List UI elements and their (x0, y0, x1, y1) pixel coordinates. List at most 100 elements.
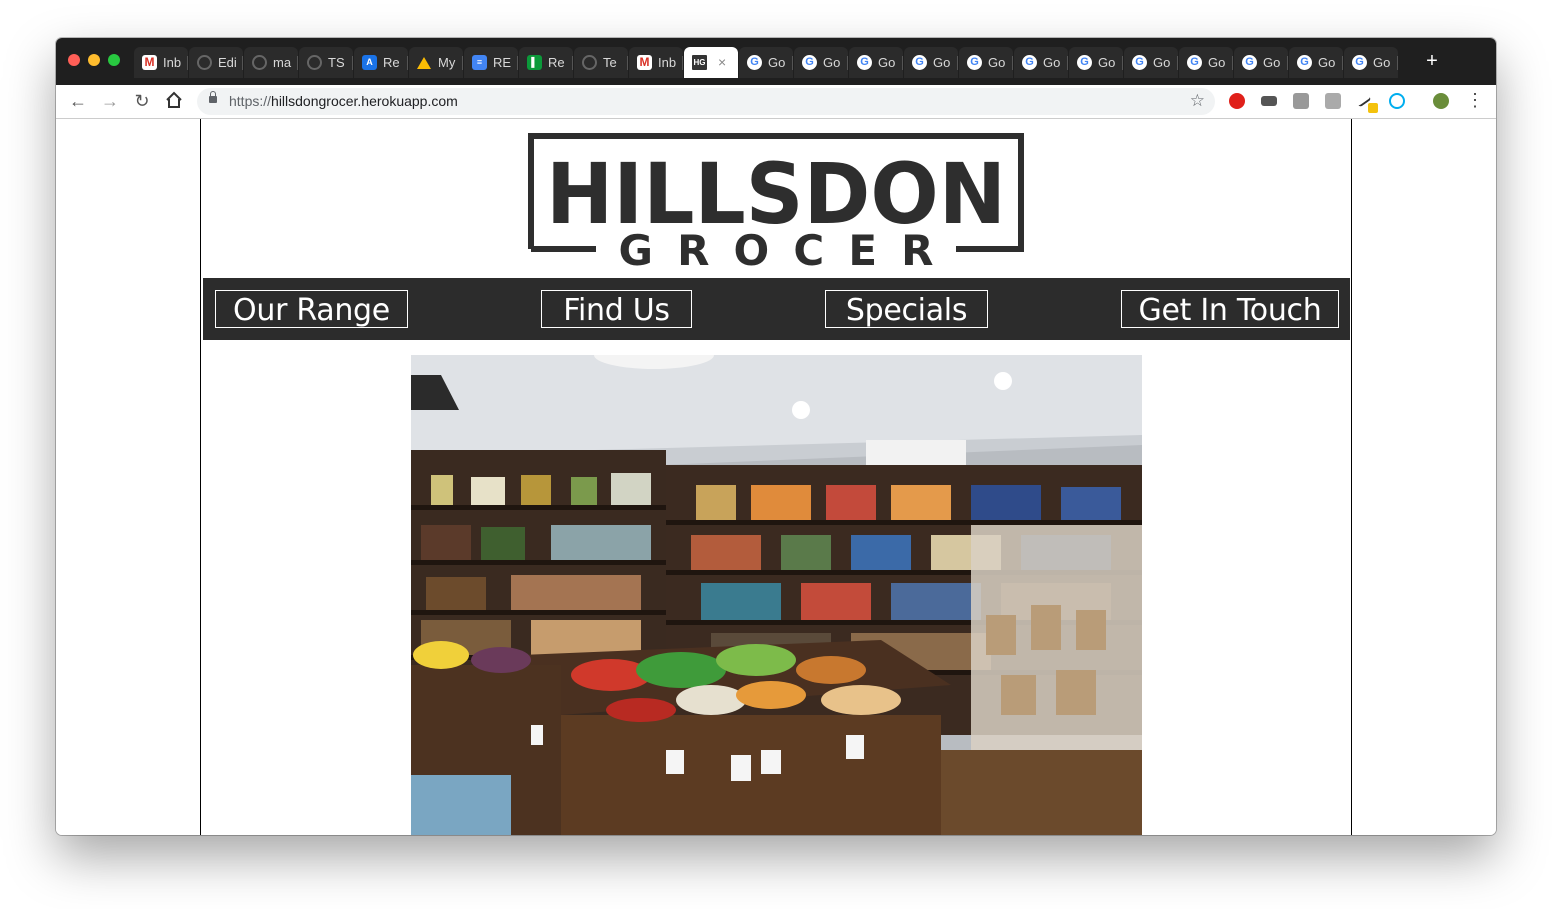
close-tab-icon[interactable]: × (718, 54, 726, 70)
tab-label: Go (878, 55, 896, 70)
browser-tab[interactable]: G Go (794, 47, 848, 78)
tab-label: Go (1043, 55, 1061, 70)
bookmark-star-icon[interactable]: ☆ (1190, 91, 1205, 111)
browser-tab[interactable]: ma (244, 47, 298, 78)
gmail-icon: M (142, 55, 157, 70)
browser-toolbar: ← → ↻ https://hillsdongrocer.herokuapp.c… (56, 85, 1496, 119)
url-scheme: https:// (229, 93, 272, 109)
google-icon: G (1132, 55, 1147, 70)
tab-label: Re (383, 55, 400, 70)
gmail-icon: M (637, 55, 652, 70)
tab-label: Edi (218, 55, 237, 70)
browser-tab[interactable]: G Go (1069, 47, 1123, 78)
github-icon (197, 55, 212, 70)
tab-label: My (438, 55, 456, 70)
ublock-extension-icon[interactable] (1229, 93, 1245, 109)
github-icon (307, 55, 322, 70)
google-icon: G (912, 55, 927, 70)
maximize-window-button[interactable] (108, 54, 120, 66)
browser-tab[interactable]: G Go (849, 47, 903, 78)
tab-label: Go (768, 55, 786, 70)
tab-label: TS (328, 55, 345, 70)
google-icon: G (1022, 55, 1037, 70)
browser-tab[interactable]: ≡ RE (464, 47, 518, 78)
browser-tab[interactable]: G Go (959, 47, 1013, 78)
main-navbar: Our Range Find Us Specials Get In Touch (203, 278, 1350, 340)
close-window-button[interactable] (68, 54, 80, 66)
browser-tab[interactable]: G Go (904, 47, 958, 78)
reload-button[interactable]: ↻ (132, 91, 152, 111)
atlassian-icon: A (362, 55, 377, 70)
new-tab-button[interactable]: + (1422, 51, 1442, 72)
tab-label: Go (988, 55, 1006, 70)
hg-icon: HG (692, 55, 707, 70)
home-icon (166, 91, 182, 108)
url-text[interactable]: https://hillsdongrocer.herokuapp.com (229, 93, 458, 109)
browser-tab[interactable]: M Inb (629, 47, 683, 78)
page-viewport: HILLSDON GROCER Our Range Find Us Specia… (56, 119, 1496, 835)
minimize-window-button[interactable] (88, 54, 100, 66)
google-icon: G (1352, 55, 1367, 70)
nav-get-in-touch[interactable]: Get In Touch (1121, 290, 1339, 328)
nav-specials[interactable]: Specials (825, 290, 988, 328)
google-icon: G (802, 55, 817, 70)
browser-tab[interactable]: G Go (1289, 47, 1343, 78)
tab-label: Go (1318, 55, 1336, 70)
url-host: hillsdongrocer.herokuapp.com (271, 93, 458, 109)
browser-tab[interactable]: G Go (1014, 47, 1068, 78)
google-icon: G (747, 55, 762, 70)
google-icon: G (1242, 55, 1257, 70)
address-bar[interactable]: https://hillsdongrocer.herokuapp.com ☆ (197, 88, 1215, 115)
forward-button[interactable]: → (100, 91, 120, 111)
lock-icon (209, 91, 217, 103)
tab-label: Go (1263, 55, 1281, 70)
browser-tab[interactable]: TS (299, 47, 353, 78)
tab-label: Go (823, 55, 841, 70)
tab-label: RE (493, 55, 512, 70)
browser-tab[interactable]: G Go (1344, 47, 1398, 78)
logo-title: HILLSDON (546, 145, 1006, 243)
browser-tab[interactable]: G Go (1179, 47, 1233, 78)
trello-icon: ▌ (527, 55, 542, 70)
github-icon (252, 55, 267, 70)
profile-avatar-icon[interactable] (1433, 93, 1449, 109)
browser-tab[interactable]: My (409, 47, 463, 78)
nav-our-range[interactable]: Our Range (215, 290, 408, 328)
hillsdon-grocer-logo[interactable]: HILLSDON GROCER (526, 131, 1026, 271)
extension-icon-2[interactable] (1261, 96, 1277, 106)
tab-label: Re (548, 55, 565, 70)
nav-find-us[interactable]: Find Us (541, 290, 692, 328)
tab-label: Te (603, 55, 617, 70)
tab-label: Inb (658, 55, 677, 70)
github-icon (582, 55, 597, 70)
browser-window: M Inb Edi ma TS A Re My ≡ RE ▌ Re Te M Inb HG × G Go G Go G Go… (56, 38, 1496, 835)
browser-tab[interactable]: ▌ Re (519, 47, 573, 78)
browser-tab[interactable]: Edi (189, 47, 243, 78)
tab-label: Go (1373, 55, 1391, 70)
browser-tab[interactable]: G Go (1234, 47, 1288, 78)
tab-label: Go (933, 55, 951, 70)
browser-tab[interactable]: M Inb (134, 47, 188, 78)
google-icon: G (967, 55, 982, 70)
site-container: HILLSDON GROCER Our Range Find Us Specia… (200, 119, 1352, 835)
back-button[interactable]: ← (68, 91, 88, 111)
tab-active[interactable]: HG × (684, 47, 738, 78)
google-icon: G (1077, 55, 1092, 70)
tab-label: ma (273, 55, 292, 70)
tab-label: Go (1153, 55, 1171, 70)
extension-icon-4[interactable] (1325, 93, 1341, 109)
google-drive-icon (417, 55, 432, 70)
browser-tab[interactable]: G Go (1124, 47, 1178, 78)
tab-label: Go (1098, 55, 1116, 70)
extension-icon-3[interactable] (1293, 93, 1309, 109)
browser-tab[interactable]: A Re (354, 47, 408, 78)
google-icon: G (1187, 55, 1202, 70)
google-icon: G (857, 55, 872, 70)
google-docs-icon: ≡ (472, 55, 487, 70)
badge-icon (1368, 103, 1378, 113)
browser-tab[interactable]: G Go (739, 47, 793, 78)
browser-menu-icon[interactable]: ⋮ (1466, 90, 1484, 110)
home-button[interactable] (164, 91, 184, 111)
browser-tab[interactable]: Te (574, 47, 628, 78)
react-devtools-icon[interactable] (1389, 93, 1405, 109)
